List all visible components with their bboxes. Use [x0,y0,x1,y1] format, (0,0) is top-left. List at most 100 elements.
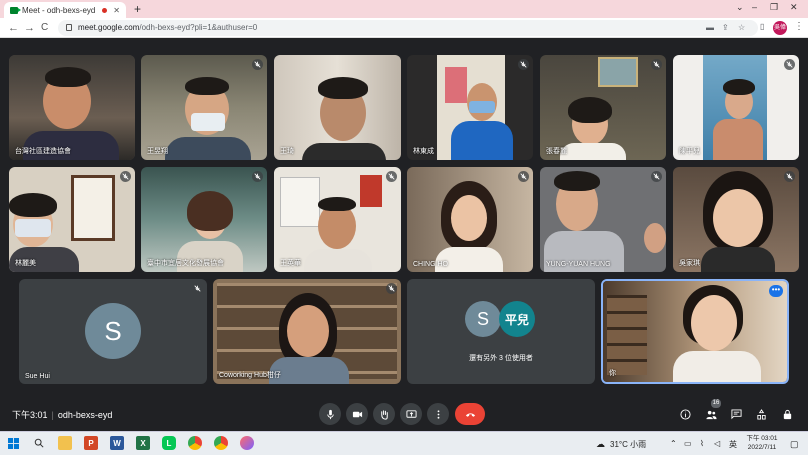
participant-name: 臺中市宜居文化發展協會 [147,260,224,267]
participant-tile[interactable]: 王昱翔 [141,55,267,160]
google-meet-favicon-icon [10,6,21,14]
more-options-icon[interactable] [427,403,449,425]
wall-painting [598,57,638,87]
participant-tile[interactable]: 林東成 [407,55,533,160]
network-icon[interactable]: ⌇ [700,439,704,448]
face-mask [469,101,495,113]
participant-tile[interactable]: S Sue Hui [19,279,207,384]
browser-tab-bar: Meet - odh-bexs-eyd ✕ + ⌄ – ❐ ✕ [0,0,808,18]
present-icon[interactable] [400,403,422,425]
url-text: meet.google.com/odh-bexs-eyd?pli=1&authu… [78,23,257,32]
forward-button[interactable]: → [24,21,35,35]
new-tab-button[interactable]: + [134,2,141,16]
bookshelf [607,295,647,375]
overflow-participants-tile[interactable]: S 平兒 還有另外 3 位使用者 [407,279,595,384]
system-clock[interactable]: 下午 03:01 2022/7/11 [740,434,784,452]
muted-mic-icon [784,171,795,182]
camera-permission-icon[interactable]: ▬ [706,23,714,32]
browser-tab-meet[interactable]: Meet - odh-bexs-eyd ✕ [4,2,126,18]
word-icon[interactable]: W [110,436,124,450]
participant-tile[interactable]: YUNG-YUAN HUNG [540,167,666,272]
side-panel-icon[interactable]: ▯ [760,22,764,31]
file-explorer-icon[interactable] [58,436,72,450]
end-call-icon[interactable] [455,403,485,425]
url-host: meet.google.com [78,23,140,32]
participant-tile[interactable]: 臺中市宜居文化發展協會 [141,167,267,272]
powerpoint-icon[interactable]: P [84,436,98,450]
tab-close-icon[interactable]: ✕ [113,6,120,15]
participant-name: 王英華 [280,260,301,267]
participant-face-front [451,195,487,241]
ime-indicator[interactable]: 英 [729,439,737,450]
participant-name: 林麗美 [15,260,36,267]
participant-name: 陳平兒 [679,148,700,155]
maximize-button[interactable]: ❐ [770,2,778,13]
windows-start-icon[interactable] [6,436,20,450]
notification-icon[interactable]: ▢ [790,439,799,450]
bookmark-star-icon[interactable]: ☆ [738,23,745,32]
chrome-icon[interactable] [188,436,202,450]
share-icon[interactable]: ⇪ [722,23,729,32]
participant-shirt [560,143,626,160]
chat-icon[interactable] [729,407,743,421]
close-window-button[interactable]: ✕ [790,2,798,13]
camera-icon[interactable] [346,403,368,425]
participant-name: CHING HO [413,261,448,268]
raise-hand-icon[interactable] [373,403,395,425]
reload-button[interactable]: C [41,21,48,35]
profile-avatar[interactable]: 吳偉 [773,21,787,35]
muted-mic-icon [252,59,263,70]
participant-count-badge: 16 [711,399,721,408]
participant-shirt [302,143,386,160]
participant-tile[interactable]: 王琦 [274,55,401,160]
second-person-face [644,223,666,253]
line-app-icon[interactable]: L [162,436,176,450]
chrome-profile-icon[interactable] [214,436,228,450]
back-button[interactable]: ← [8,21,19,35]
calligraphy-frame [71,175,115,241]
participant-name: YUNG-YUAN HUNG [546,261,611,268]
minimize-button[interactable]: – [752,2,757,12]
muted-mic-icon [651,59,662,70]
browser-menu-icon[interactable]: ⋮ [794,21,804,32]
people-icon[interactable] [704,407,718,421]
participant-hair [318,77,368,99]
participant-tile[interactable]: CHING HO [407,167,533,272]
tab-search-icon[interactable]: ⌄ [736,2,744,13]
excel-icon[interactable]: X [136,436,150,450]
recording-dot-icon [102,7,108,13]
app-icon[interactable] [240,436,254,450]
participant-shirt [269,357,349,384]
participant-tile[interactable]: 陳平兒 [673,55,799,160]
lock-icon [66,24,72,31]
participant-name: 你 [609,370,616,377]
participant-tile[interactable]: 台灣社區建造協會 [9,55,135,160]
volume-icon[interactable]: ◁ [714,439,720,448]
poster [445,67,467,103]
battery-icon[interactable]: ▭ [684,439,692,448]
muted-mic-icon [252,171,263,182]
participant-shirt [701,247,775,272]
self-options-icon[interactable]: ••• [769,285,783,297]
self-view-tile[interactable]: ••• 你 [601,279,789,384]
address-bar-row: ← → C meet.google.com/odh-bexs-eyd?pli=1… [0,18,808,38]
participant-tile[interactable]: 王英華 [274,167,401,272]
participant-shirt [451,121,513,160]
weather-text[interactable]: 31°C 小雨 [610,439,646,450]
meet-video-grid: 台灣社區建造協會 王昱翔 王琦 林東成 張春麗 陳平兒 林麗美 臺中市宜居文化發… [0,39,808,431]
tray-overflow-icon[interactable]: ⌃ [670,439,677,448]
meet-control-bar: 下午3:01 | odh-bexs-eyd [0,398,808,430]
info-icon[interactable] [678,407,692,421]
participant-tile[interactable]: Coworking Hub柑仔 [213,279,401,384]
participant-tile[interactable]: 吳家琪 [673,167,799,272]
lock-icon[interactable] [780,407,794,421]
muted-mic-icon [518,171,529,182]
mic-icon[interactable] [319,403,341,425]
meeting-info-separator: | [51,410,54,420]
weather-icon: ☁ [596,439,605,449]
search-icon[interactable] [32,436,46,450]
url-input[interactable]: meet.google.com/odh-bexs-eyd?pli=1&authu… [58,20,758,36]
activities-icon[interactable] [754,407,768,421]
participant-tile[interactable]: 張春麗 [540,55,666,160]
participant-tile[interactable]: 林麗美 [9,167,135,272]
